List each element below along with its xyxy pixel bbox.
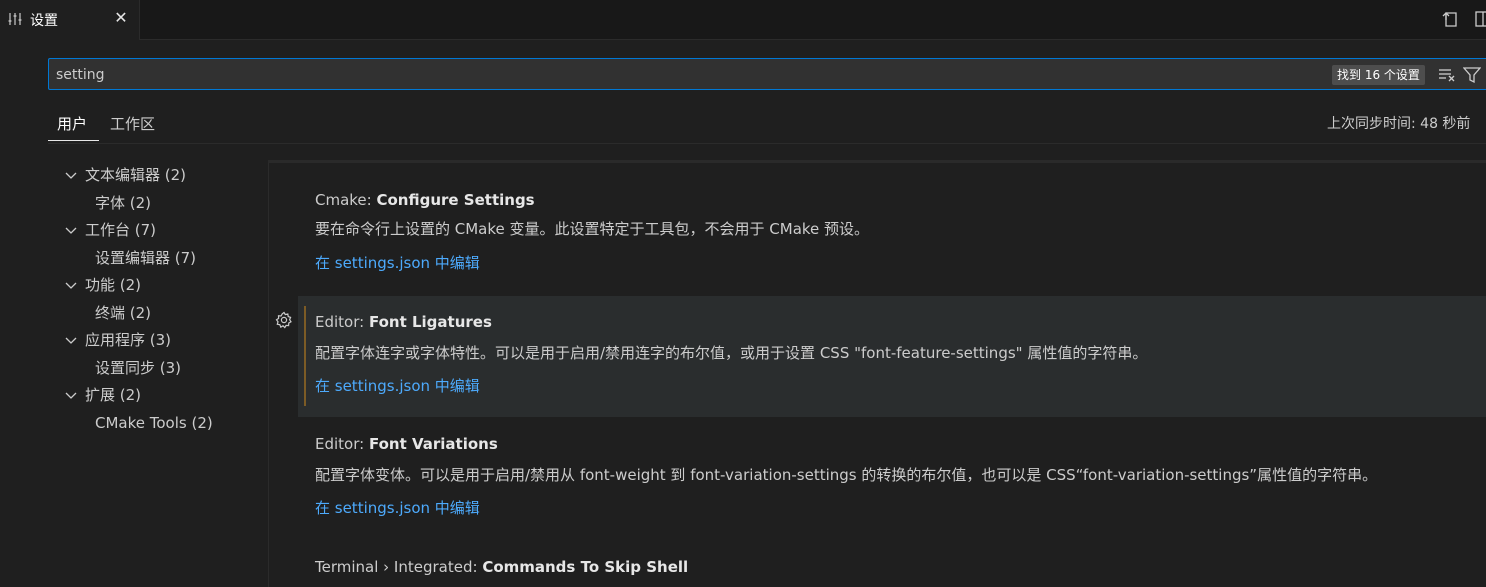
modified-indicator <box>304 306 306 406</box>
tab-workspace[interactable]: 工作区 <box>110 113 155 134</box>
header-divider <box>48 143 1486 144</box>
setting-title: Editor: Font Ligatures <box>315 313 492 331</box>
result-count-badge: 找到 16 个设置 <box>1332 65 1425 85</box>
edit-in-settings-json-link[interactable]: 在 settings.json 中编辑 <box>315 252 480 273</box>
toc-item-font[interactable]: 字体 (2) <box>95 193 151 213</box>
setting-description: 要在命令行上设置的 CMake 变量。此设置特定于工具包，不会用于 CMake … <box>315 220 870 238</box>
setting-key: Commands To Skip Shell <box>482 558 689 576</box>
split-editor-icon[interactable] <box>1473 9 1486 29</box>
edit-in-settings-json-link[interactable]: 在 settings.json 中编辑 <box>315 497 480 518</box>
setting-description: 配置字体变体。可以是用于启用/禁用从 font-weight 到 font-va… <box>315 466 1378 484</box>
setting-editor-font-variations: Editor: Font Variations 配置字体变体。可以是用于启用/禁… <box>298 418 1486 540</box>
filter-icon[interactable] <box>1463 66 1481 84</box>
setting-key: Configure Settings <box>376 191 535 209</box>
setting-category: Cmake: <box>315 191 377 209</box>
edit-in-settings-json-link[interactable]: 在 settings.json 中编辑 <box>315 375 480 396</box>
chevron-down-icon[interactable] <box>64 223 78 237</box>
chevron-down-icon[interactable] <box>64 168 78 182</box>
clear-filter-icon[interactable] <box>1438 66 1456 84</box>
list-top-border <box>268 160 1486 163</box>
sync-status: 上次同步时间: 48 秒前 <box>1327 116 1471 132</box>
setting-description: 配置字体连字或字体特性。可以是用于启用/禁用连字的布尔值，或用于设置 CSS "… <box>315 344 1148 362</box>
setting-key: Font Ligatures <box>368 313 492 331</box>
toc-divider <box>268 160 269 587</box>
close-icon[interactable]: ✕ <box>113 9 129 27</box>
tab-title: 设置 <box>30 13 58 29</box>
toc-item-text-editor[interactable]: 文本编辑器 (2) <box>85 165 186 185</box>
toc-item-terminal[interactable]: 终端 (2) <box>95 303 151 323</box>
setting-category: Editor: <box>315 435 369 453</box>
setting-title: Terminal › Integrated: Commands To Skip … <box>315 558 688 576</box>
chevron-down-icon[interactable] <box>64 333 78 347</box>
settings-search: 找到 16 个设置 <box>48 58 1486 90</box>
setting-key: Font Variations <box>368 435 498 453</box>
setting-category: Editor: <box>315 313 369 331</box>
editor-tab-bar: 设置 ✕ <box>0 0 1486 40</box>
toc-item-settings-sync[interactable]: 设置同步 (3) <box>95 358 181 378</box>
setting-title: Cmake: Configure Settings <box>315 191 535 209</box>
toc-item-application[interactable]: 应用程序 (3) <box>85 330 171 350</box>
toc-item-features[interactable]: 功能 (2) <box>85 275 141 295</box>
chevron-down-icon[interactable] <box>64 388 78 402</box>
toc-item-settings-editor[interactable]: 设置编辑器 (7) <box>95 248 196 268</box>
search-input[interactable] <box>56 65 1256 85</box>
setting-title: Editor: Font Variations <box>315 435 498 453</box>
chevron-down-icon[interactable] <box>64 278 78 292</box>
settings-sliders-icon <box>8 13 22 25</box>
open-settings-json-icon[interactable] <box>1441 9 1461 29</box>
gear-icon[interactable] <box>275 311 293 329</box>
setting-editor-font-ligatures: Editor: Font Ligatures 配置字体连字或字体特性。可以是用于… <box>298 296 1486 417</box>
toc-item-extensions[interactable]: 扩展 (2) <box>85 385 141 405</box>
setting-category: Terminal › Integrated: <box>315 558 483 576</box>
setting-terminal-commands-to-skip-shell: Terminal › Integrated: Commands To Skip … <box>298 541 1486 587</box>
tab-user[interactable]: 用户 <box>57 113 87 134</box>
toc-item-cmake-tools[interactable]: CMake Tools (2) <box>95 413 213 433</box>
toc-item-workbench[interactable]: 工作台 (7) <box>85 220 156 240</box>
active-tab-indicator <box>48 140 99 141</box>
setting-cmake-configure-settings: Cmake: Configure Settings 要在命令行上设置的 CMak… <box>298 180 1486 295</box>
tab-settings[interactable]: 设置 ✕ <box>0 0 140 40</box>
